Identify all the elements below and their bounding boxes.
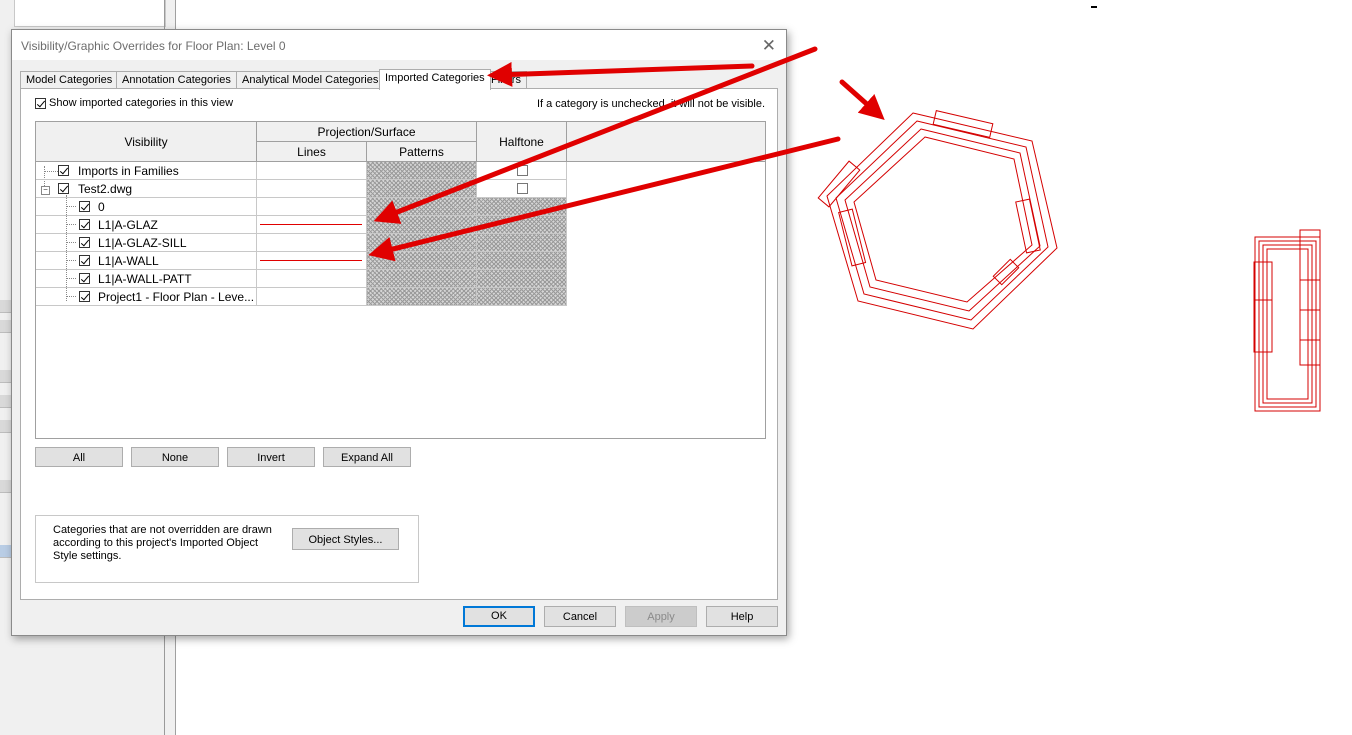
- column-patterns[interactable]: Patterns: [367, 142, 477, 162]
- row-visibility-checkbox[interactable]: [79, 237, 90, 248]
- row-patterns-cell[interactable]: [367, 162, 477, 180]
- row-label: Project1 - Floor Plan - Leve...: [98, 290, 255, 304]
- table-row[interactable]: L1|A-GLAZ: [36, 216, 257, 234]
- tab-model-categories[interactable]: Model Categories: [20, 71, 119, 89]
- tree-connector: [66, 206, 76, 207]
- row-label: Test2.dwg: [78, 182, 133, 196]
- show-imported-checkbox-row[interactable]: Show imported categories in this view: [35, 97, 233, 109]
- row-lines-cell[interactable]: [257, 162, 367, 180]
- row-label: L1|A-GLAZ-SILL: [98, 236, 187, 250]
- row-patterns-cell[interactable]: [367, 180, 477, 198]
- row-lines-cell[interactable]: [257, 234, 367, 252]
- imported-categories-panel: Show imported categories in this view If…: [20, 88, 778, 600]
- tab-imported-categories[interactable]: Imported Categories: [379, 69, 491, 90]
- row-halftone-cell: [477, 270, 567, 288]
- column-halftone[interactable]: Halftone: [477, 122, 567, 162]
- row-label: L1|A-WALL: [98, 254, 159, 268]
- tree-connector: [66, 296, 76, 297]
- row-halftone-checkbox[interactable]: [517, 183, 528, 194]
- rect-wall-linework: [1253, 229, 1321, 412]
- row-halftone-checkbox[interactable]: [517, 165, 528, 176]
- row-visibility-checkbox[interactable]: [79, 273, 90, 284]
- row-halftone-cell: [477, 234, 567, 252]
- row-lines-cell[interactable]: [257, 180, 367, 198]
- categories-table: Visibility Projection/Surface Lines Patt…: [35, 121, 766, 439]
- row-patterns-cell[interactable]: [367, 234, 477, 252]
- expand-all-button[interactable]: Expand All: [323, 447, 411, 467]
- invert-button[interactable]: Invert: [227, 447, 315, 467]
- row-lines-cell[interactable]: [257, 288, 367, 306]
- tab-filters[interactable]: Filters: [485, 71, 527, 89]
- tree-connector: [66, 278, 76, 279]
- hexagon-wall-linework: [817, 110, 1058, 330]
- select-all-button[interactable]: All: [35, 447, 123, 467]
- row-patterns-cell[interactable]: [367, 198, 477, 216]
- object-styles-button[interactable]: Object Styles...: [292, 528, 399, 550]
- table-row[interactable]: Imports in Families: [36, 162, 257, 180]
- tree-connector: [66, 260, 76, 261]
- visibility-hint-text: If a category is unchecked, it will not …: [536, 98, 765, 110]
- close-icon[interactable]: ✕: [762, 36, 776, 56]
- table-row[interactable]: L1|A-WALL: [36, 252, 257, 270]
- dialog-titlebar[interactable]: Visibility/Graphic Overrides for Floor P…: [12, 30, 786, 60]
- row-patterns-cell[interactable]: [367, 252, 477, 270]
- row-patterns-cell[interactable]: [367, 270, 477, 288]
- column-lines[interactable]: Lines: [257, 142, 367, 162]
- show-imported-label: Show imported categories in this view: [49, 97, 234, 109]
- row-label: Imports in Families: [78, 164, 179, 178]
- cancel-button[interactable]: Cancel: [544, 606, 616, 627]
- row-lines-cell[interactable]: [257, 216, 367, 234]
- column-visibility[interactable]: Visibility: [36, 122, 257, 162]
- row-lines-cell[interactable]: [257, 198, 367, 216]
- column-blank: [567, 122, 765, 162]
- show-imported-checkbox[interactable]: [35, 97, 46, 109]
- object-styles-note: Categories that are not overridden are d…: [53, 524, 272, 562]
- column-projection-surface: Projection/Surface: [257, 122, 477, 142]
- row-halftone-cell[interactable]: [477, 162, 567, 180]
- object-styles-note-box: Categories that are not overridden are d…: [35, 515, 419, 583]
- tree-connector: [66, 242, 76, 243]
- row-halftone-cell: [477, 216, 567, 234]
- table-row[interactable]: 0: [36, 198, 257, 216]
- row-halftone-cell: [477, 198, 567, 216]
- select-none-button[interactable]: None: [131, 447, 219, 467]
- row-halftone-cell: [477, 252, 567, 270]
- tab-annotation-categories[interactable]: Annotation Categories: [116, 71, 237, 89]
- collapse-icon[interactable]: −: [41, 186, 50, 195]
- lines-override-swatch: [260, 260, 362, 261]
- row-visibility-checkbox[interactable]: [79, 201, 90, 212]
- row-label: L1|A-WALL-PATT: [98, 272, 192, 286]
- row-label: 0: [98, 200, 105, 214]
- ok-button[interactable]: OK: [463, 606, 535, 627]
- row-visibility-checkbox[interactable]: [58, 183, 69, 194]
- row-halftone-cell: [477, 288, 567, 306]
- row-patterns-cell[interactable]: [367, 216, 477, 234]
- visibility-graphic-overrides-dialog: Visibility/Graphic Overrides for Floor P…: [11, 29, 787, 636]
- dialog-title: Visibility/Graphic Overrides for Floor P…: [21, 39, 286, 53]
- row-halftone-cell[interactable]: [477, 180, 567, 198]
- table-row[interactable]: − Test2.dwg: [36, 180, 257, 198]
- row-visibility-checkbox[interactable]: [79, 255, 90, 266]
- row-label: L1|A-GLAZ: [98, 218, 158, 232]
- row-visibility-checkbox[interactable]: [79, 291, 90, 302]
- lines-override-swatch: [260, 224, 362, 225]
- row-lines-cell[interactable]: [257, 252, 367, 270]
- tree-connector: [66, 224, 76, 225]
- row-lines-cell[interactable]: [257, 270, 367, 288]
- table-row[interactable]: L1|A-GLAZ-SILL: [36, 234, 257, 252]
- apply-button[interactable]: Apply: [625, 606, 697, 627]
- tab-analytical-model-categories[interactable]: Analytical Model Categories: [236, 71, 385, 89]
- row-visibility-checkbox[interactable]: [58, 165, 69, 176]
- table-row[interactable]: L1|A-WALL-PATT: [36, 270, 257, 288]
- row-patterns-cell[interactable]: [367, 288, 477, 306]
- table-row[interactable]: Project1 - Floor Plan - Leve...: [36, 288, 257, 306]
- row-visibility-checkbox[interactable]: [79, 219, 90, 230]
- help-button[interactable]: Help: [706, 606, 778, 627]
